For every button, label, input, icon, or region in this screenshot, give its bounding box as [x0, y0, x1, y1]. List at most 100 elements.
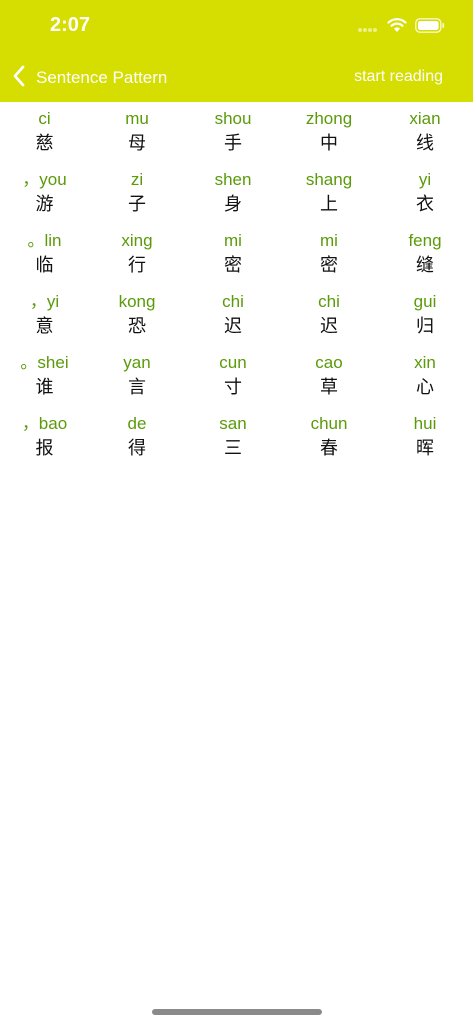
pinyin-label: chi [318, 292, 340, 311]
character-cell[interactable]: shen 身 [185, 167, 281, 228]
start-reading-button[interactable]: start reading [354, 68, 443, 86]
hanzi-label: 三 [224, 438, 242, 459]
character-cell[interactable]: mi 密 [281, 228, 377, 289]
pinyin-label: chun [310, 414, 348, 433]
character-cell[interactable]: yan 言 [89, 350, 185, 411]
hanzi-label: 晖 [416, 438, 434, 459]
battery-icon [415, 17, 445, 37]
hanzi-label: 临 [35, 255, 54, 276]
character-cell[interactable]: de 得 [89, 411, 185, 472]
status-icons [357, 17, 445, 37]
hanzi-label: 线 [416, 133, 434, 154]
hanzi-label: 得 [128, 438, 146, 459]
character-cell[interactable]: gui 归 [377, 289, 473, 350]
hanzi-label: 春 [320, 438, 338, 459]
pinyin-label: xian [409, 109, 441, 128]
character-cell[interactable]: ，you 游 [0, 167, 89, 228]
hanzi-label: 迟 [320, 316, 338, 337]
pinyin-label: zhong [305, 109, 353, 128]
hanzi-label: 游 [35, 194, 54, 215]
character-cell[interactable]: kong 恐 [89, 289, 185, 350]
hanzi-label: 报 [35, 438, 54, 459]
status-bar: 2:07 [0, 0, 473, 54]
character-row: ，you 游 zi 子 shen 身 shang 上 yi 衣 [0, 167, 473, 228]
pinyin-label: shou [214, 109, 252, 128]
character-cell[interactable]: hui 晖 [377, 411, 473, 472]
character-cell[interactable]: mi 密 [185, 228, 281, 289]
character-row: 。shei 谁 yan 言 cun 寸 cao 草 xin 心 [0, 350, 473, 411]
character-cell[interactable]: chi 迟 [185, 289, 281, 350]
hanzi-label: 恐 [128, 316, 146, 337]
signal-dots-icon [357, 18, 379, 37]
pinyin-label: feng [408, 231, 442, 250]
hanzi-label: 行 [128, 255, 146, 276]
character-cell[interactable]: ，bao 报 [0, 411, 89, 472]
pinyin-label: ，you [22, 170, 67, 189]
character-cell[interactable]: yi 衣 [377, 167, 473, 228]
hanzi-label: 手 [224, 133, 242, 154]
pinyin-label: xin [414, 353, 436, 372]
pinyin-label: cao [315, 353, 343, 372]
hanzi-label: 言 [128, 377, 146, 398]
pinyin-label: kong [118, 292, 156, 311]
character-cell[interactable]: cun 寸 [185, 350, 281, 411]
pinyin-label: mu [125, 109, 149, 128]
character-cell[interactable]: ci 慈 [0, 106, 89, 167]
pinyin-label: mi [224, 231, 242, 250]
hanzi-label: 归 [416, 316, 434, 337]
hanzi-label: 缝 [416, 255, 434, 276]
wifi-icon [387, 17, 407, 37]
character-cell[interactable]: shou 手 [185, 106, 281, 167]
hanzi-label: 心 [416, 377, 434, 398]
character-cell[interactable]: chi 迟 [281, 289, 377, 350]
navigation-bar: Sentence Pattern start reading [0, 54, 473, 102]
character-cell[interactable]: zi 子 [89, 167, 185, 228]
character-cell[interactable]: xian 线 [377, 106, 473, 167]
character-cell[interactable]: 。lin 临 [0, 228, 89, 289]
page-title: Sentence Pattern [36, 68, 168, 87]
character-cell[interactable]: 。shei 谁 [0, 350, 89, 411]
character-row: ，yi 意 kong 恐 chi 迟 chi 迟 gui 归 [0, 289, 473, 350]
character-cell[interactable]: shang 上 [281, 167, 377, 228]
hanzi-label: 子 [128, 194, 146, 215]
character-row: 。lin 临 xing 行 mi 密 mi 密 feng 缝 [0, 228, 473, 289]
character-cell[interactable]: cao 草 [281, 350, 377, 411]
character-cell[interactable]: san 三 [185, 411, 281, 472]
character-cell[interactable]: ，yi 意 [0, 289, 89, 350]
hanzi-label: 中 [320, 133, 338, 154]
pinyin-label: 。lin [27, 231, 62, 250]
pinyin-label: ，yi [29, 292, 60, 311]
character-cell[interactable]: feng 缝 [377, 228, 473, 289]
hanzi-label: 衣 [416, 194, 434, 215]
hanzi-label: 母 [128, 133, 146, 154]
home-indicator[interactable] [152, 1009, 322, 1015]
hanzi-label: 意 [35, 316, 54, 337]
character-row: ci 慈 mu 母 shou 手 zhong 中 xian 线 [0, 106, 473, 167]
pinyin-label: de [127, 414, 147, 433]
character-cell[interactable]: xin 心 [377, 350, 473, 411]
status-time: 2:07 [50, 14, 91, 36]
pinyin-label: yi [418, 170, 432, 189]
pinyin-label: ，bao [21, 414, 68, 433]
character-row: ，bao 报 de 得 san 三 chun 春 hui 晖 [0, 411, 473, 472]
character-cell[interactable]: chun 春 [281, 411, 377, 472]
pinyin-label: hui [413, 414, 437, 433]
pinyin-label: shang [305, 170, 353, 189]
hanzi-label: 谁 [35, 377, 54, 398]
pinyin-label: 。shei [20, 353, 69, 372]
hanzi-label: 寸 [224, 377, 242, 398]
pinyin-label: ci [38, 109, 51, 128]
hanzi-label: 身 [224, 194, 242, 215]
character-cell[interactable]: xing 行 [89, 228, 185, 289]
pinyin-label: san [219, 414, 247, 433]
back-button[interactable]: Sentence Pattern [12, 64, 167, 92]
character-grid: ci 慈 mu 母 shou 手 zhong 中 xian 线 ，you 游 z… [0, 106, 473, 472]
character-cell[interactable]: mu 母 [89, 106, 185, 167]
pinyin-label: shen [214, 170, 252, 189]
hanzi-label: 上 [320, 194, 338, 215]
header: 2:07 Sentence Pattern start reading [0, 0, 473, 102]
hanzi-label: 慈 [35, 133, 54, 154]
pinyin-label: xing [121, 231, 153, 250]
chevron-left-icon [12, 64, 36, 92]
character-cell[interactable]: zhong 中 [281, 106, 377, 167]
